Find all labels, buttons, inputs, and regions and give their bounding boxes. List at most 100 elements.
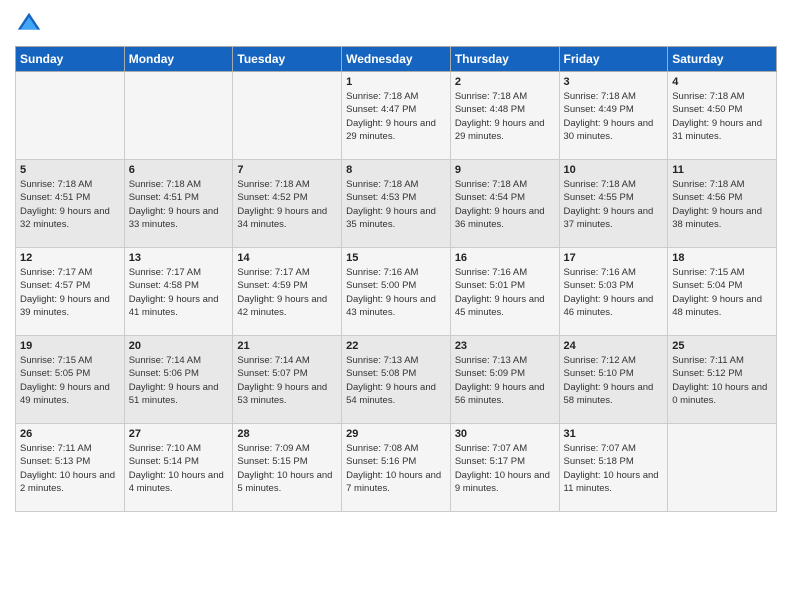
calendar-cell: 12 Sunrise: 7:17 AM Sunset: 4:57 PM Dayli… [16,248,125,336]
day-info: Sunrise: 7:16 AM Sunset: 5:01 PM Dayligh… [455,266,555,319]
calendar-week-row: 12 Sunrise: 7:17 AM Sunset: 4:57 PM Dayli… [16,248,777,336]
day-info: Sunrise: 7:18 AM Sunset: 4:50 PM Dayligh… [672,90,772,143]
day-info: Sunrise: 7:18 AM Sunset: 4:49 PM Dayligh… [564,90,664,143]
calendar-cell: 13 Sunrise: 7:17 AM Sunset: 4:58 PM Dayli… [124,248,233,336]
day-info: Sunrise: 7:15 AM Sunset: 5:04 PM Dayligh… [672,266,772,319]
day-number: 13 [129,252,229,264]
day-header-wednesday: Wednesday [342,47,451,72]
calendar-week-row: 5 Sunrise: 7:18 AM Sunset: 4:51 PM Daylig… [16,160,777,248]
calendar-cell [233,72,342,160]
day-header-monday: Monday [124,47,233,72]
day-number: 4 [672,76,772,88]
day-header-saturday: Saturday [668,47,777,72]
calendar-cell [16,72,125,160]
day-number: 1 [346,76,446,88]
day-info: Sunrise: 7:15 AM Sunset: 5:05 PM Dayligh… [20,354,120,407]
calendar-cell: 9Sunrise: 7:18 AM Sunset: 4:54 PM Daylig… [450,160,559,248]
day-header-thursday: Thursday [450,47,559,72]
calendar-cell: 21 Sunrise: 7:14 AM Sunset: 5:07 PM Dayli… [233,336,342,424]
calendar-cell: 20 Sunrise: 7:14 AM Sunset: 5:06 PM Dayli… [124,336,233,424]
calendar-cell: 28Sunrise: 7:09 AM Sunset: 5:15 PM Dayli… [233,424,342,512]
calendar-cell: 24 Sunrise: 7:12 AM Sunset: 5:10 PM Dayli… [559,336,668,424]
logo [15,10,47,38]
day-number: 17 [564,252,664,264]
day-info: Sunrise: 7:08 AM Sunset: 5:16 PM Dayligh… [346,442,446,495]
calendar-week-row: 19 Sunrise: 7:15 AM Sunset: 5:05 PM Dayli… [16,336,777,424]
day-number: 5 [20,164,120,176]
day-info: Sunrise: 7:13 AM Sunset: 5:09 PM Dayligh… [455,354,555,407]
day-number: 16 [455,252,555,264]
day-header-sunday: Sunday [16,47,125,72]
day-info: Sunrise: 7:10 AM Sunset: 5:14 PM Dayligh… [129,442,229,495]
day-number: 2 [455,76,555,88]
page-header [15,10,777,38]
calendar-cell: 2Sunrise: 7:18 AM Sunset: 4:48 PM Daylig… [450,72,559,160]
day-info: Sunrise: 7:07 AM Sunset: 5:17 PM Dayligh… [455,442,555,495]
calendar-cell: 27 Sunrise: 7:10 AM Sunset: 5:14 PM Dayli… [124,424,233,512]
calendar-cell: 14 Sunrise: 7:17 AM Sunset: 4:59 PM Dayli… [233,248,342,336]
day-number: 12 [20,252,120,264]
day-info: Sunrise: 7:16 AM Sunset: 5:00 PM Dayligh… [346,266,446,319]
day-info: Sunrise: 7:18 AM Sunset: 4:52 PM Dayligh… [237,178,337,231]
day-number: 6 [129,164,229,176]
day-number: 19 [20,340,120,352]
calendar-cell: 3 Sunrise: 7:18 AM Sunset: 4:49 PM Daylig… [559,72,668,160]
day-header-friday: Friday [559,47,668,72]
calendar-cell: 8 Sunrise: 7:18 AM Sunset: 4:53 PM Daylig… [342,160,451,248]
day-info: Sunrise: 7:17 AM Sunset: 4:57 PM Dayligh… [20,266,120,319]
day-number: 29 [346,428,446,440]
day-number: 14 [237,252,337,264]
calendar-cell: 22Sunrise: 7:13 AM Sunset: 5:08 PM Dayli… [342,336,451,424]
day-info: Sunrise: 7:18 AM Sunset: 4:51 PM Dayligh… [20,178,120,231]
day-number: 8 [346,164,446,176]
day-info: Sunrise: 7:16 AM Sunset: 5:03 PM Dayligh… [564,266,664,319]
calendar-cell: 7 Sunrise: 7:18 AM Sunset: 4:52 PM Daylig… [233,160,342,248]
day-number: 21 [237,340,337,352]
day-number: 23 [455,340,555,352]
day-number: 18 [672,252,772,264]
day-number: 3 [564,76,664,88]
day-info: Sunrise: 7:17 AM Sunset: 4:59 PM Dayligh… [237,266,337,319]
calendar-cell: 31Sunrise: 7:07 AM Sunset: 5:18 PM Dayli… [559,424,668,512]
calendar-cell: 25 Sunrise: 7:11 AM Sunset: 5:12 PM Dayli… [668,336,777,424]
calendar-cell: 11 Sunrise: 7:18 AM Sunset: 4:56 PM Dayli… [668,160,777,248]
calendar-week-row: 26 Sunrise: 7:11 AM Sunset: 5:13 PM Dayli… [16,424,777,512]
day-header-tuesday: Tuesday [233,47,342,72]
calendar-cell: 29 Sunrise: 7:08 AM Sunset: 5:16 PM Dayli… [342,424,451,512]
day-number: 7 [237,164,337,176]
calendar-cell: 26 Sunrise: 7:11 AM Sunset: 5:13 PM Dayli… [16,424,125,512]
day-info: Sunrise: 7:18 AM Sunset: 4:47 PM Dayligh… [346,90,446,143]
day-number: 28 [237,428,337,440]
day-info: Sunrise: 7:12 AM Sunset: 5:10 PM Dayligh… [564,354,664,407]
day-number: 27 [129,428,229,440]
calendar-cell: 10Sunrise: 7:18 AM Sunset: 4:55 PM Dayli… [559,160,668,248]
day-info: Sunrise: 7:18 AM Sunset: 4:55 PM Dayligh… [564,178,664,231]
day-info: Sunrise: 7:18 AM Sunset: 4:54 PM Dayligh… [455,178,555,231]
day-info: Sunrise: 7:11 AM Sunset: 5:12 PM Dayligh… [672,354,772,407]
day-info: Sunrise: 7:14 AM Sunset: 5:06 PM Dayligh… [129,354,229,407]
day-info: Sunrise: 7:17 AM Sunset: 4:58 PM Dayligh… [129,266,229,319]
calendar-cell: 19 Sunrise: 7:15 AM Sunset: 5:05 PM Dayli… [16,336,125,424]
day-info: Sunrise: 7:11 AM Sunset: 5:13 PM Dayligh… [20,442,120,495]
calendar-cell: 23 Sunrise: 7:13 AM Sunset: 5:09 PM Dayli… [450,336,559,424]
calendar-cell: 15Sunrise: 7:16 AM Sunset: 5:00 PM Dayli… [342,248,451,336]
day-number: 26 [20,428,120,440]
day-info: Sunrise: 7:14 AM Sunset: 5:07 PM Dayligh… [237,354,337,407]
calendar-cell: 6 Sunrise: 7:18 AM Sunset: 4:51 PM Daylig… [124,160,233,248]
day-number: 25 [672,340,772,352]
day-info: Sunrise: 7:07 AM Sunset: 5:18 PM Dayligh… [564,442,664,495]
day-info: Sunrise: 7:18 AM Sunset: 4:51 PM Dayligh… [129,178,229,231]
calendar-cell: 30 Sunrise: 7:07 AM Sunset: 5:17 PM Dayli… [450,424,559,512]
calendar-cell: 17 Sunrise: 7:16 AM Sunset: 5:03 PM Dayli… [559,248,668,336]
day-info: Sunrise: 7:18 AM Sunset: 4:53 PM Dayligh… [346,178,446,231]
day-number: 11 [672,164,772,176]
day-info: Sunrise: 7:13 AM Sunset: 5:08 PM Dayligh… [346,354,446,407]
day-info: Sunrise: 7:18 AM Sunset: 4:56 PM Dayligh… [672,178,772,231]
calendar-cell [124,72,233,160]
day-number: 24 [564,340,664,352]
logo-icon [15,10,43,38]
day-number: 20 [129,340,229,352]
calendar-week-row: 1 Sunrise: 7:18 AM Sunset: 4:47 PM Daylig… [16,72,777,160]
calendar-cell: 5 Sunrise: 7:18 AM Sunset: 4:51 PM Daylig… [16,160,125,248]
day-number: 30 [455,428,555,440]
